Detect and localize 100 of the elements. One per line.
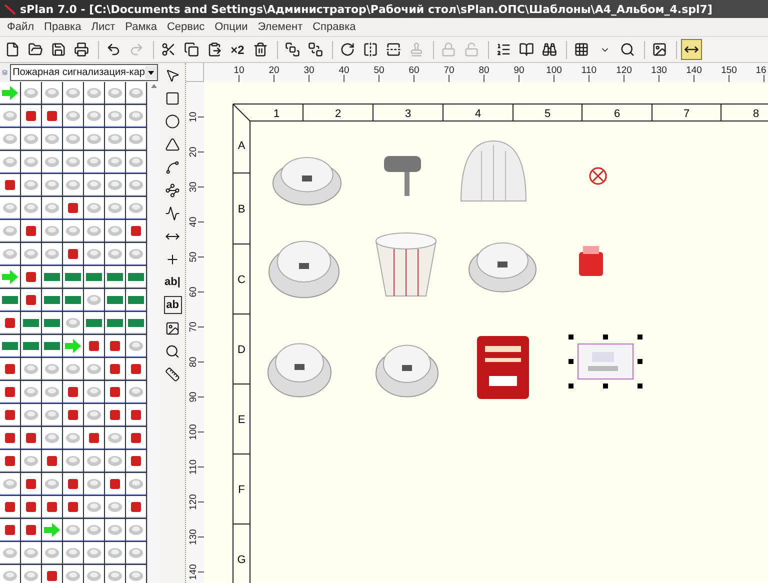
device-thumbnail[interactable] xyxy=(126,220,146,242)
device-thumbnail[interactable] xyxy=(0,404,20,426)
device-thumbnail[interactable] xyxy=(84,335,104,357)
tool-button[interactable] xyxy=(164,112,182,130)
device-thumbnail[interactable] xyxy=(42,151,62,173)
device-thumbnail[interactable] xyxy=(21,427,41,449)
device-thumbnail[interactable] xyxy=(42,335,62,357)
device-thumbnail[interactable] xyxy=(21,565,41,583)
device-thumbnail[interactable] xyxy=(63,565,83,583)
text-tool-button[interactable]: ab| xyxy=(164,273,182,291)
device-thumbnail[interactable] xyxy=(63,243,83,265)
device-thumbnail[interactable] xyxy=(21,496,41,518)
device-thumbnail[interactable] xyxy=(126,312,146,334)
device-thumbnail[interactable] xyxy=(0,519,20,541)
device-thumbnail[interactable] xyxy=(126,105,146,127)
device-thumbnail[interactable] xyxy=(126,496,146,518)
device-thumbnail[interactable] xyxy=(84,450,104,472)
device-thumbnail[interactable] xyxy=(126,542,146,564)
device-thumbnail[interactable] xyxy=(126,450,146,472)
call-point-drawing[interactable] xyxy=(477,336,529,399)
device-thumbnail[interactable] xyxy=(126,519,146,541)
device-thumbnail[interactable] xyxy=(42,174,62,196)
device-thumbnail[interactable] xyxy=(84,496,104,518)
device-thumbnail[interactable] xyxy=(0,82,20,104)
device-thumbnail[interactable] xyxy=(84,358,104,380)
device-thumbnail[interactable] xyxy=(105,427,125,449)
device-thumbnail[interactable] xyxy=(105,266,125,288)
device-thumbnail[interactable] xyxy=(42,220,62,242)
device-thumbnail[interactable] xyxy=(42,519,62,541)
device-thumbnail[interactable] xyxy=(63,473,83,495)
device-thumbnail[interactable] xyxy=(63,174,83,196)
device-thumbnail[interactable] xyxy=(21,381,41,403)
menu-item[interactable]: Опции xyxy=(210,21,253,33)
crossed-circle-symbol[interactable] xyxy=(589,167,607,185)
device-thumbnail[interactable] xyxy=(0,128,20,150)
device-thumbnail[interactable] xyxy=(84,312,104,334)
device-thumbnail[interactable] xyxy=(126,381,146,403)
device-thumbnail[interactable] xyxy=(84,381,104,403)
device-thumbnail[interactable] xyxy=(0,496,20,518)
device-thumbnail[interactable] xyxy=(84,174,104,196)
device-thumbnail[interactable] xyxy=(42,358,62,380)
device-thumbnail[interactable] xyxy=(21,450,41,472)
device-thumbnail[interactable] xyxy=(21,312,41,334)
device-thumbnail[interactable] xyxy=(105,335,125,357)
device-thumbnail[interactable] xyxy=(21,220,41,242)
device-thumbnail[interactable] xyxy=(105,519,125,541)
device-thumbnail[interactable] xyxy=(63,105,83,127)
device-thumbnail[interactable] xyxy=(105,565,125,583)
device-thumbnail[interactable] xyxy=(0,266,20,288)
duplicate-button[interactable]: ×2 xyxy=(227,39,248,60)
device-thumbnail[interactable] xyxy=(63,335,83,357)
device-thumbnail[interactable] xyxy=(126,427,146,449)
device-thumbnail[interactable] xyxy=(126,82,146,104)
device-thumbnail[interactable] xyxy=(0,427,20,449)
device-thumbnail[interactable] xyxy=(63,381,83,403)
dome-detector-drawing[interactable] xyxy=(460,140,526,202)
device-thumbnail[interactable] xyxy=(42,243,62,265)
device-thumbnail[interactable] xyxy=(0,220,20,242)
device-thumbnail[interactable] xyxy=(84,542,104,564)
device-thumbnail[interactable] xyxy=(63,82,83,104)
device-thumbnail[interactable] xyxy=(0,151,20,173)
device-thumbnail[interactable] xyxy=(42,427,62,449)
device-thumbnail[interactable] xyxy=(42,565,62,583)
device-thumbnail[interactable] xyxy=(126,335,146,357)
device-thumbnail[interactable] xyxy=(126,174,146,196)
device-thumbnail[interactable] xyxy=(0,565,20,583)
device-thumbnail[interactable] xyxy=(105,312,125,334)
device-thumbnail[interactable] xyxy=(84,427,104,449)
device-thumbnail[interactable] xyxy=(42,381,62,403)
device-thumbnail[interactable] xyxy=(84,519,104,541)
device-thumbnail[interactable] xyxy=(63,542,83,564)
device-thumbnail[interactable] xyxy=(42,473,62,495)
device-thumbnail[interactable] xyxy=(105,151,125,173)
device-thumbnail[interactable] xyxy=(126,151,146,173)
device-thumbnail[interactable] xyxy=(63,220,83,242)
menu-item[interactable]: Сервис xyxy=(162,21,210,33)
device-thumbnail[interactable] xyxy=(21,358,41,380)
device-thumbnail[interactable] xyxy=(105,381,125,403)
device-thumbnail[interactable] xyxy=(0,312,20,334)
device-thumbnail[interactable] xyxy=(0,358,20,380)
device-thumbnail[interactable] xyxy=(0,289,20,311)
device-thumbnail[interactable] xyxy=(105,542,125,564)
device-thumbnail[interactable] xyxy=(63,289,83,311)
device-thumbnail[interactable] xyxy=(0,174,20,196)
device-thumbnail[interactable] xyxy=(105,82,125,104)
device-thumbnail[interactable] xyxy=(21,266,41,288)
device-thumbnail[interactable] xyxy=(21,404,41,426)
device-thumbnail[interactable] xyxy=(0,105,20,127)
device-thumbnail[interactable] xyxy=(21,473,41,495)
device-thumbnail[interactable] xyxy=(84,82,104,104)
device-thumbnail[interactable] xyxy=(105,496,125,518)
device-thumbnail[interactable] xyxy=(42,289,62,311)
device-thumbnail[interactable] xyxy=(21,519,41,541)
device-thumbnail[interactable] xyxy=(126,266,146,288)
device-thumbnail[interactable] xyxy=(42,82,62,104)
device-thumbnail[interactable] xyxy=(21,105,41,127)
device-thumbnail[interactable] xyxy=(84,105,104,127)
device-thumbnail[interactable] xyxy=(42,450,62,472)
device-thumbnail[interactable] xyxy=(63,128,83,150)
device-thumbnail[interactable] xyxy=(42,404,62,426)
